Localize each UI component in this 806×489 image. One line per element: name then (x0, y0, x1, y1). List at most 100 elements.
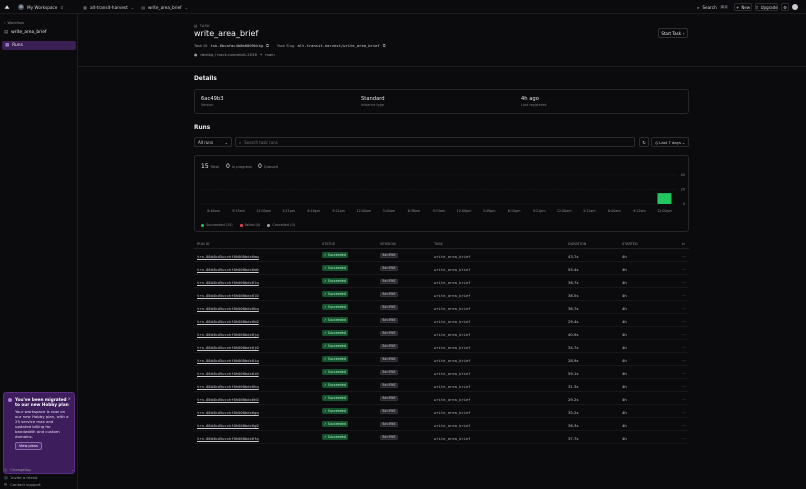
search-button[interactable]: ⌕ Search ⌘ K (697, 3, 729, 11)
x-tick-label: 6:00am (608, 209, 621, 213)
run-id-link[interactable]: trn-08d4kd5ucchf0h000bdc6hq (197, 384, 259, 389)
upgrade-button[interactable]: ⇪ Upgrade (755, 3, 778, 11)
row-menu-icon[interactable]: ⋯ (682, 319, 686, 324)
start-label: Start Task (661, 30, 682, 36)
refresh-button[interactable]: ↻ (639, 137, 649, 147)
run-id-link[interactable]: trn-08d4kd5ucchf0h000bdc6h0 (197, 397, 259, 402)
table-row[interactable]: trn-08d4kd5ucchf0h000bdc6gq ✓ Succeeded 6ac… (194, 405, 689, 418)
close-icon[interactable]: × (68, 396, 71, 401)
run-id-link[interactable]: trn-08d4kd5ucchf0h000bdc6kq (197, 306, 259, 311)
status-label: Succeeded (327, 435, 346, 439)
col-duration[interactable]: DURATION (568, 242, 586, 246)
row-menu-icon[interactable]: ⋯ (682, 358, 686, 363)
contact-support-link[interactable]: ✉ Contact support (4, 482, 41, 487)
detail-instance-type: Standard Instance type (361, 96, 385, 107)
row-menu-icon[interactable]: ⋯ (682, 345, 686, 350)
run-id-link[interactable]: trn-08d4kd5ucchf0h000bdc6m0 (197, 267, 259, 272)
legend-succeeded: Succeeded (15) (201, 223, 233, 227)
table-row[interactable]: trn-08d4kd5ucchf0h000bdc6mq ✓ Succeeded 6ac… (194, 249, 689, 262)
table-row[interactable]: trn-08d4kd5ucchf0h000bdc6i0 ✓ Succeeded 6ac… (194, 366, 689, 379)
col-run-id[interactable]: RUN ID (197, 242, 209, 246)
task-switcher[interactable]: ▤ write_area_brief ⌄ (141, 3, 188, 11)
col-started[interactable]: STARTED (622, 242, 638, 246)
app-logo-icon[interactable] (4, 4, 10, 10)
runs-table: RUN ID STATUS VERSION TASK DURATION STAR… (194, 239, 689, 444)
run-id-link[interactable]: trn-08d4kd5ucchf0h000bdc6lq (197, 280, 259, 285)
table-row[interactable]: trn-08d4kd5ucchf0h000bdc6j0 ✓ Succeeded 6ac… (194, 340, 689, 353)
branch-name: main (265, 52, 275, 57)
workspace-switcher[interactable]: M My Workspace ⇕ (18, 3, 64, 11)
row-menu-icon[interactable]: ⋯ (682, 423, 686, 428)
row-menu-icon[interactable]: ⋯ (682, 293, 686, 298)
run-id-link[interactable]: trn-08d4kd5ucchf0h000bdc6k0 (197, 319, 259, 324)
search-input[interactable] (244, 139, 625, 145)
table-row[interactable]: trn-08d4kd5ucchf0h000bdc6k0 ✓ Succeeded 6ac… (194, 314, 689, 327)
legend-label: Failed (0) (244, 223, 261, 227)
version-badge: 6ac49b3 (380, 434, 399, 440)
started-cell: 4h (622, 318, 627, 324)
copy-icon[interactable]: ⧉ (383, 43, 386, 48)
stat-value: 0 (258, 163, 262, 170)
row-menu-icon[interactable]: ⋯ (682, 254, 686, 259)
copy-icon[interactable]: ⧉ (266, 43, 269, 48)
settings-button[interactable]: ⚙ (781, 3, 789, 11)
back-to-workflow-link[interactable]: ‹ Workflow (4, 21, 24, 25)
table-row[interactable]: trn-08d4kd5ucchf0h000bdc6lq ✓ Succeeded 6ac… (194, 275, 689, 288)
row-menu-icon[interactable]: ⋯ (682, 436, 686, 441)
legend-cancelled: Cancelled (0) (267, 223, 295, 227)
col-version[interactable]: VERSION (380, 242, 396, 246)
x-tick-label: 3:11am (583, 209, 596, 213)
view-plans-button[interactable]: View plans (15, 441, 42, 450)
version-badge: 6ac49b3 (380, 278, 399, 284)
run-id-link[interactable]: trn-08d4kd5ucchf0h000bdc6mq (197, 254, 259, 259)
invite-friend-link[interactable]: ☺ Invite a friend (4, 475, 37, 480)
row-menu-icon[interactable]: ⋯ (682, 332, 686, 337)
task-cell: write_area_brief (434, 344, 471, 350)
columns-settings-icon[interactable]: ⇄ (682, 242, 685, 246)
run-id-link[interactable]: trn-08d4kd5ucchf0h000bdc6fq (197, 436, 259, 441)
table-row[interactable]: trn-08d4kd5ucchf0h000bdc6iq ✓ Succeeded 6ac… (194, 353, 689, 366)
table-row[interactable]: trn-08d4kd5ucchf0h000bdc6h0 ✓ Succeeded 6ac… (194, 392, 689, 405)
new-button[interactable]: + New (734, 3, 752, 11)
table-row[interactable]: trn-08d4kd5ucchf0h000bdc6kq ✓ Succeeded 6ac… (194, 301, 689, 314)
detail-label: Last registered (521, 103, 547, 107)
row-menu-icon[interactable]: ⋯ (682, 306, 686, 311)
run-id-link[interactable]: trn-08d4kd5ucchf0h000bdc6j0 (197, 345, 259, 350)
run-id-link[interactable]: trn-08d4kd5ucchf0h000bdc6gq (197, 410, 259, 415)
col-task[interactable]: TASK (434, 242, 443, 246)
table-row[interactable]: trn-08d4kd5ucchf0h000bdc6fq ✓ Succeeded 6ac… (194, 431, 689, 444)
row-menu-icon[interactable]: ⋯ (682, 410, 686, 415)
repo-link[interactable]: devtkg / track-nondeivit-2026 (200, 52, 257, 57)
run-status-filter[interactable]: All runs ⌄ (194, 137, 232, 147)
row-menu-icon[interactable]: ⋯ (682, 397, 686, 402)
project-switcher[interactable]: ▦ alt-transit-harvest ⌄ (83, 3, 134, 11)
run-id-link[interactable]: trn-08d4kd5ucchf0h000bdc6i0 (197, 371, 259, 376)
task-cell: write_area_brief (434, 357, 471, 363)
row-menu-icon[interactable]: ⋯ (682, 267, 686, 272)
x-tick-label: 12:00pm (256, 209, 271, 213)
row-menu-icon[interactable]: ⋯ (682, 280, 686, 285)
table-row[interactable]: trn-08d4kd5ucchf0h000bdc6hq ✓ Succeeded 6ac… (194, 379, 689, 392)
status-label: Succeeded (327, 422, 346, 426)
row-menu-icon[interactable]: ⋯ (682, 384, 686, 389)
workspace-avatar: M (18, 4, 24, 10)
sidebar-item-runs[interactable]: ▦ Runs (2, 41, 76, 50)
run-id-link[interactable]: trn-08d4kd5ucchf0h000bdc6l0 (197, 293, 259, 298)
user-avatar[interactable] (792, 4, 798, 10)
date-range-select[interactable]: ◷ Last 7 days ⌄ (651, 137, 689, 147)
table-row[interactable]: trn-08d4kd5ucchf0h000bdc6jq ✓ Succeeded 6ac… (194, 327, 689, 340)
table-row[interactable]: trn-08d4kd5ucchf0h000bdc6l0 ✓ Succeeded 6ac… (194, 288, 689, 301)
start-task-button[interactable]: Start Task › (658, 28, 688, 38)
run-id-link[interactable]: trn-08d4kd5ucchf0h000bdc6g0 (197, 423, 259, 428)
run-id-link[interactable]: trn-08d4kd5ucchf0h000bdc6iq (197, 358, 259, 363)
row-menu-icon[interactable]: ⋯ (682, 371, 686, 376)
changelog-link[interactable]: ◷ Changelog ⌄ (4, 467, 74, 472)
table-row[interactable]: trn-08d4kd5ucchf0h000bdc6m0 ✓ Succeeded 6ac… (194, 262, 689, 275)
runs-icon: ▦ (5, 43, 10, 48)
sidebar-task-item[interactable]: ▤ write_area_brief (4, 30, 46, 35)
run-id-link[interactable]: trn-08d4kd5ucchf0h000bdc6jq (197, 332, 259, 337)
sidebar-task-label: write_area_brief (11, 30, 47, 35)
table-row[interactable]: trn-08d4kd5ucchf0h000bdc6g0 ✓ Succeeded 6ac… (194, 418, 689, 431)
repo-meta: ● devtkg / track-nondeivit-2026 ⑂ main (194, 52, 275, 57)
col-status[interactable]: STATUS (322, 242, 335, 246)
